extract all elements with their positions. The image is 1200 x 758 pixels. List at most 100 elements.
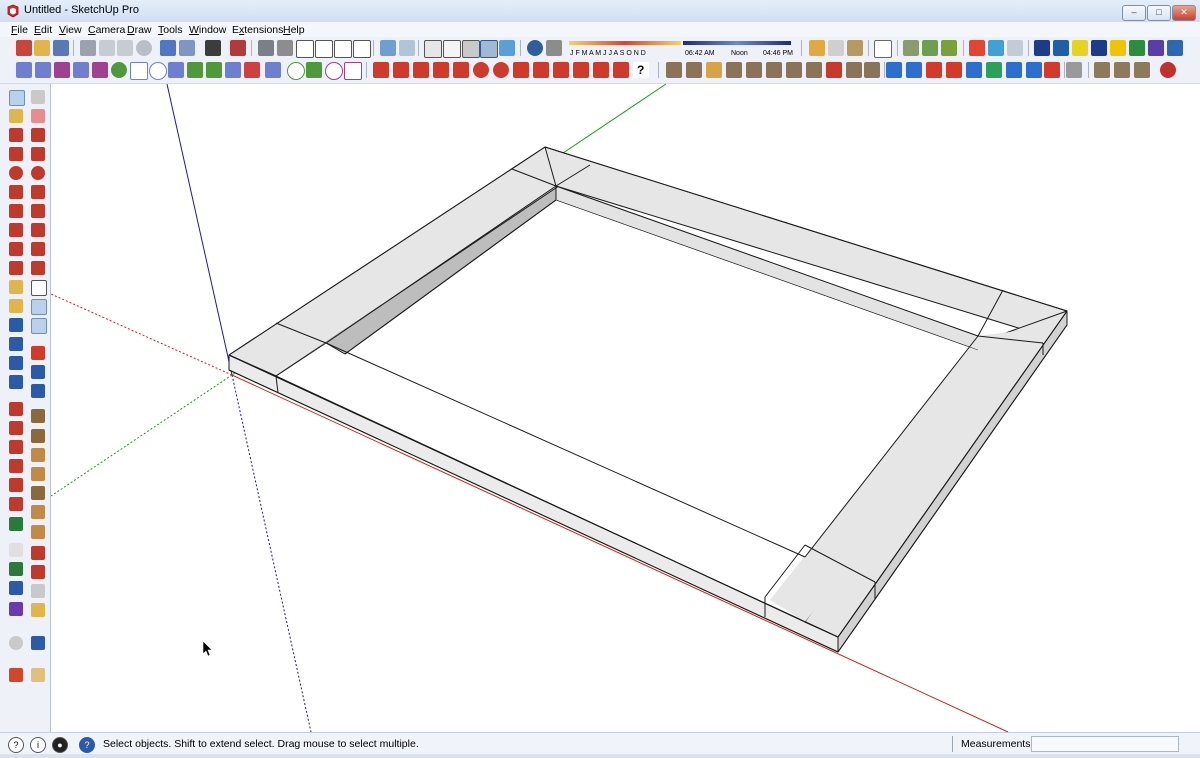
curve-1-icon[interactable]	[16, 62, 32, 78]
rotate-icon[interactable]	[9, 242, 23, 256]
edit-1-icon[interactable]	[373, 62, 389, 78]
user-icon[interactable]: ●	[52, 737, 68, 753]
protractor-icon[interactable]	[9, 299, 23, 313]
arc-tool-left-icon[interactable]	[9, 185, 23, 199]
edit-10-icon[interactable]	[553, 62, 569, 78]
roof-11-icon[interactable]	[864, 62, 880, 78]
shape-icon[interactable]	[344, 62, 362, 80]
warehouse-icon[interactable]	[828, 40, 844, 56]
tool-u-icon[interactable]	[9, 602, 23, 616]
line-icon[interactable]	[9, 128, 23, 142]
extra-2-icon[interactable]	[1114, 62, 1130, 78]
axes-icon[interactable]	[31, 318, 47, 334]
front-view-icon[interactable]	[296, 40, 314, 58]
move-icon[interactable]	[9, 223, 23, 237]
align-8-icon[interactable]	[1026, 62, 1042, 78]
zoom-extents-icon[interactable]	[9, 356, 23, 370]
make-component-icon[interactable]	[31, 90, 45, 104]
roof-4-icon[interactable]	[726, 62, 742, 78]
save-icon[interactable]	[53, 40, 69, 56]
extra-1-icon[interactable]	[1094, 62, 1110, 78]
help-icon[interactable]: ?	[633, 62, 649, 78]
tool-r-icon[interactable]	[31, 565, 45, 579]
tool-v-icon[interactable]	[31, 603, 45, 617]
zoom-window-icon[interactable]	[9, 337, 23, 351]
geolocation-icon[interactable]: ?	[8, 737, 24, 753]
tool-a-icon[interactable]	[9, 402, 23, 416]
extension-4-icon[interactable]	[1091, 40, 1107, 56]
align-7-icon[interactable]	[1006, 62, 1022, 78]
extension-1-icon[interactable]	[1034, 40, 1050, 56]
tape-measure-icon[interactable]	[9, 280, 23, 294]
menu-view[interactable]: View	[59, 24, 82, 36]
menu-extensions[interactable]: Extensions	[232, 24, 283, 36]
edit-13-icon[interactable]	[613, 62, 629, 78]
tool-f-icon[interactable]	[31, 448, 45, 462]
tool-y-icon[interactable]	[9, 668, 23, 682]
roof-7-icon[interactable]	[786, 62, 802, 78]
curve-3-icon[interactable]	[54, 62, 70, 78]
align-6-icon[interactable]	[986, 62, 1002, 78]
measurements-field[interactable]	[1031, 736, 1179, 752]
right-view-icon[interactable]	[315, 40, 333, 58]
tool-o-icon[interactable]	[9, 543, 23, 557]
paint-bucket-icon[interactable]	[9, 109, 23, 123]
solid-union-icon[interactable]	[969, 40, 985, 56]
align-3-icon[interactable]	[926, 62, 942, 78]
tool-l-icon[interactable]	[31, 505, 45, 519]
maximize-button[interactable]: □	[1147, 5, 1171, 21]
edit-9-icon[interactable]	[533, 62, 549, 78]
rect-outline-icon[interactable]	[130, 62, 148, 80]
extension-3-icon[interactable]	[1072, 40, 1088, 56]
paste-icon[interactable]	[117, 40, 133, 56]
copy-icon[interactable]	[99, 40, 115, 56]
position-camera-icon[interactable]	[31, 365, 45, 379]
new-icon[interactable]	[16, 40, 32, 56]
credits-icon[interactable]: i	[30, 737, 46, 753]
rotated-rect-icon[interactable]	[31, 147, 45, 161]
tool-b-icon[interactable]	[31, 409, 45, 423]
model-info-icon[interactable]	[230, 40, 246, 56]
fog-icon[interactable]	[546, 40, 562, 56]
arc-icon[interactable]	[111, 62, 127, 78]
circle-outline-icon[interactable]	[149, 62, 167, 80]
shaded-icon[interactable]	[462, 40, 480, 58]
stamp-icon[interactable]	[941, 40, 957, 56]
freehand-icon[interactable]	[31, 128, 45, 142]
align-1-icon[interactable]	[886, 62, 902, 78]
open-icon[interactable]	[34, 40, 50, 56]
tool-h-icon[interactable]	[31, 467, 45, 481]
tool-s-icon[interactable]	[9, 581, 23, 595]
extra-4-icon[interactable]	[1160, 62, 1176, 78]
tool-t-icon[interactable]	[31, 584, 45, 598]
curve-2-icon[interactable]	[35, 62, 51, 78]
model-canvas[interactable]	[51, 84, 1200, 732]
back-edges-icon[interactable]	[399, 40, 415, 56]
tool-q-icon[interactable]	[9, 562, 23, 576]
menu-draw[interactable]: Draw	[127, 24, 152, 36]
offset-icon[interactable]	[31, 261, 45, 275]
tool-e-icon[interactable]	[9, 440, 23, 454]
erase-icon[interactable]	[136, 40, 152, 56]
text-icon[interactable]	[31, 299, 47, 315]
edit-4-icon[interactable]	[433, 62, 449, 78]
extension-7-icon[interactable]	[1148, 40, 1164, 56]
tool-n-icon[interactable]	[31, 525, 45, 539]
menu-file[interactable]: File	[11, 24, 28, 36]
components-icon[interactable]	[809, 40, 825, 56]
monochrome-icon[interactable]	[499, 40, 515, 56]
curve-12-icon[interactable]	[306, 62, 322, 78]
push-pull-icon[interactable]	[31, 223, 45, 237]
curve-8-icon[interactable]	[206, 62, 222, 78]
frame-model[interactable]	[228, 146, 1068, 653]
model-viewport[interactable]	[51, 84, 1200, 732]
dimension-icon[interactable]	[31, 280, 47, 296]
shaded-textures-icon[interactable]	[480, 40, 498, 58]
curve-11-icon[interactable]	[265, 62, 281, 78]
two-point-arc-icon[interactable]	[31, 185, 45, 199]
close-button[interactable]: ✕	[1172, 5, 1196, 21]
menu-window[interactable]: Window	[189, 24, 226, 36]
three-point-arc-icon[interactable]	[9, 204, 23, 218]
curve-10-icon[interactable]	[244, 62, 260, 78]
wireframe-icon[interactable]	[424, 40, 442, 58]
